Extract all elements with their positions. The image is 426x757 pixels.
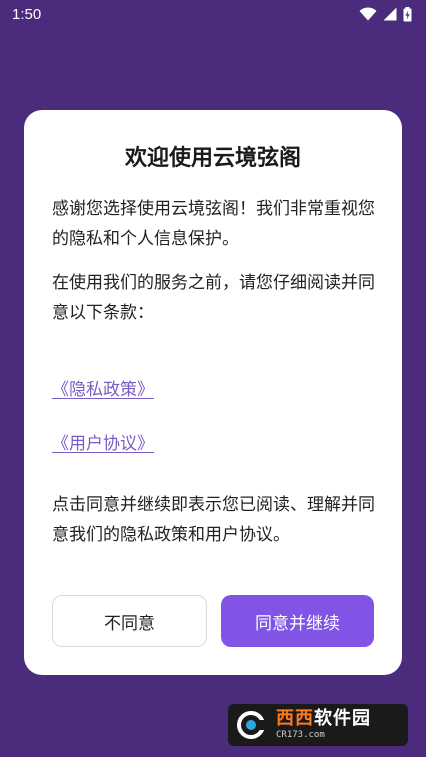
decline-button[interactable]: 不同意	[52, 595, 207, 647]
cellular-signal-icon	[383, 7, 397, 21]
privacy-consent-dialog: 欢迎使用云境弦阁 感谢您选择使用云境弦阁！我们非常重视您的隐私和个人信息保护。 …	[24, 110, 402, 675]
watermark-brand: 西西软件园	[276, 710, 371, 728]
watermark-brand-plain: 软件园	[314, 708, 371, 729]
accept-continue-button[interactable]: 同意并继续	[221, 595, 374, 647]
watermark-logo: 西西软件园 CR173.com	[228, 704, 408, 746]
welcome-text: 感谢您选择使用云境弦阁！我们非常重视您的隐私和个人信息保护。	[52, 199, 375, 249]
instruction-text: 在使用我们的服务之前，请您仔细阅读并同意以下条款：	[52, 273, 375, 323]
watermark-text: 西西软件园 CR173.com	[276, 710, 371, 740]
user-agreement-link[interactable]: 《用户协议》	[52, 429, 154, 454]
consent-notice-text: 点击同意并继续即表示您已阅读、理解并同意我们的隐私政策和用户协议。	[52, 495, 375, 545]
wifi-icon	[359, 7, 377, 21]
status-time: 1:50	[12, 5, 42, 23]
battery-charging-icon	[403, 6, 412, 21]
status-icons	[359, 6, 412, 22]
dialog-title: 欢迎使用云境弦阁	[124, 146, 301, 171]
status-bar: 1:50	[0, 0, 426, 28]
privacy-policy-link[interactable]: 《隐私政策》	[52, 375, 154, 400]
watermark-url: CR173.com	[276, 730, 325, 740]
watermark-emblem-icon	[237, 711, 268, 739]
watermark-brand-colored: 西西	[276, 708, 314, 729]
